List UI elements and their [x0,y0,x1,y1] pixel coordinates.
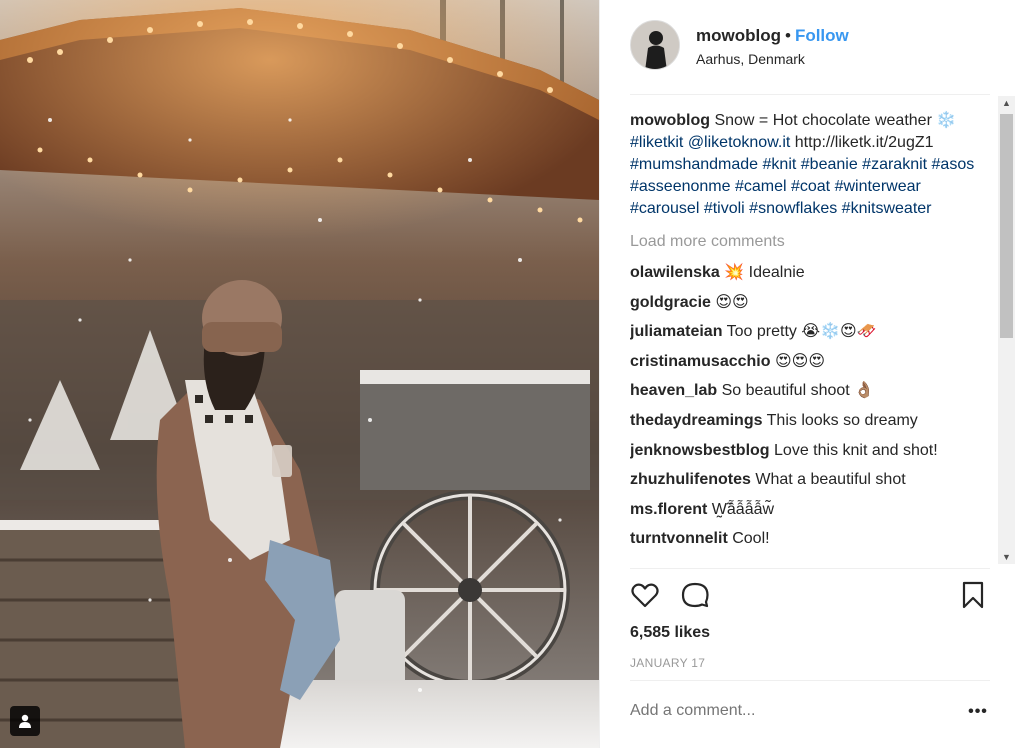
caption-url: http://liketk.it/2ugZ1 [794,134,934,151]
post-header: mowoblog • Follow Aarhus, Denmark [630,20,990,72]
comment-username[interactable]: ms.florent [630,501,707,518]
avatar[interactable] [630,20,680,70]
tagged-users-button[interactable] [10,706,40,736]
comment-text: 😍😍😍 [774,352,825,370]
post-author: mowoblog • Follow [696,26,849,46]
comment-username[interactable]: goldgracie [630,294,711,311]
hashtag-link[interactable]: #carousel #tivoli #snowflakes #knitsweat… [630,200,931,217]
more-options-button[interactable]: ••• [966,700,990,724]
comment-text: Love this knit and shot! [774,441,938,459]
bookmark-icon [962,581,984,609]
scrollbar-thumb[interactable] [1000,114,1013,338]
post-actions [630,580,990,612]
post-location[interactable]: Aarhus, Denmark [696,51,805,67]
hashtag-link[interactable]: #mumshandmade [630,156,758,173]
comment-button[interactable] [680,580,712,612]
comment-text: Cool! [732,530,770,548]
hashtag-link[interactable]: #asseenonme #camel #coat #winterwear [630,178,921,195]
comment-text: So beautiful shoot 👌🏽 [721,382,875,400]
post-sidebar: mowoblog • Follow Aarhus, Denmark mowoblog… [599,0,1016,748]
comment-row: heaven_lab So beautiful shoot 👌🏽 [630,380,990,402]
comments-list: mowoblog Snow = Hot chocolate weather ❄️… [630,110,990,570]
post-caption: mowoblog Snow = Hot chocolate weather ❄️… [630,110,990,220]
comment-row: juliamateian Too pretty 😭❄️😍🛷 [630,321,990,343]
comment-text: This looks so dreamy [766,411,918,429]
comment-row: turntvonnelit Cool! [630,528,990,550]
comment-row: ms.florent W̰̃ẫẫẫẫw̃ [630,499,990,521]
comment-row: thedaydreamings This looks so dreamy [630,410,990,432]
hashtag-link[interactable]: #knit #beanie #zaraknit #asos [763,156,975,173]
comment-username[interactable]: heaven_lab [630,382,717,399]
comment-text: W̰̃ẫẫẫẫw̃ [711,500,775,518]
likes-count[interactable]: 6,585 likes [630,624,710,642]
follow-button[interactable]: Follow [795,26,849,45]
header-separator: • [784,26,791,45]
mention-link[interactable]: @liketoknow.it [688,134,791,151]
caption-text: Snow = Hot chocolate weather [714,112,932,129]
heart-icon [631,583,659,608]
comment-text: 😍😍 [715,293,749,311]
comment-username[interactable]: jenknowsbestblog [630,442,770,459]
comment-username[interactable]: cristinamusacchio [630,353,771,370]
post-date[interactable]: JANUARY 17 [630,656,705,670]
comment-row: goldgracie 😍😍 [630,292,990,314]
profile-photo [631,21,679,69]
comment-row: cristinamusacchio 😍😍😍 [630,351,990,373]
comment-username[interactable]: thedaydreamings [630,412,762,429]
comment-text: Too pretty 😭❄️😍🛷 [726,323,877,341]
comments-scrollbar[interactable]: ▲ ▼ [998,96,1015,564]
comment-row: jenknowsbestblog Love this knit and shot… [630,440,990,462]
comment-username[interactable]: turntvonnelit [630,530,728,547]
hashtag-link[interactable]: #liketkit [630,134,683,151]
author-username[interactable]: mowoblog [696,26,781,45]
actions-divider [630,568,990,569]
comment-divider [630,680,990,681]
like-button[interactable] [630,580,662,612]
scroll-up-arrow-icon[interactable]: ▲ [1002,98,1011,108]
comment-row: zhuzhulifenotes What a beautiful shot [630,469,990,491]
comment-text: 💥 Idealnie [724,264,805,281]
person-icon [19,714,31,728]
comment-username[interactable]: juliamateian [630,323,722,340]
carousel-winter-photo [0,0,599,748]
comment-username[interactable]: olawilenska [630,264,720,281]
snowflake-emoji: ❄️ [936,112,957,129]
comment-icon [681,582,709,608]
comment-text: What a beautiful shot [755,471,906,489]
save-button[interactable] [958,580,990,612]
post-photo[interactable] [0,0,599,748]
add-comment-input[interactable] [630,702,960,720]
scroll-down-arrow-icon[interactable]: ▼ [1002,552,1011,562]
load-more-comments-button[interactable]: Load more comments [630,230,990,254]
comment-row: olawilenska 💥 Idealnie [630,262,990,284]
comment-username[interactable]: zhuzhulifenotes [630,471,751,488]
header-divider [630,94,990,95]
caption-username[interactable]: mowoblog [630,112,710,129]
